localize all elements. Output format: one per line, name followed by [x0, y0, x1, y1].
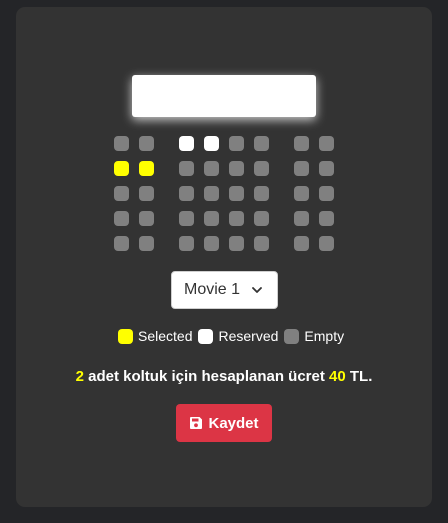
seat-empty[interactable] — [254, 186, 269, 201]
seat-empty[interactable] — [179, 236, 194, 251]
seat-legend: Selected Reserved Empty — [118, 327, 350, 345]
seat-empty[interactable] — [254, 136, 269, 151]
movie-select[interactable]: Movie 1 — [171, 271, 278, 309]
seat-empty[interactable] — [229, 136, 244, 151]
selected-seat-count: 2 — [75, 368, 84, 385]
seat-empty[interactable] — [319, 236, 334, 251]
seat-empty[interactable] — [294, 236, 309, 251]
save-button[interactable]: Kaydet — [176, 404, 272, 442]
seat-empty[interactable] — [204, 186, 219, 201]
seat-empty[interactable] — [139, 236, 154, 251]
legend-selected-swatch — [118, 328, 133, 344]
seat-empty[interactable] — [319, 161, 334, 176]
save-icon — [190, 417, 203, 429]
seat-empty[interactable] — [204, 161, 219, 176]
seat-reserved — [179, 136, 194, 151]
summary-text: adet koltuk için hesaplanan ücret — [88, 368, 325, 385]
seat-empty[interactable] — [114, 211, 129, 226]
seat-empty[interactable] — [254, 161, 269, 176]
total-price: 40 — [329, 368, 346, 385]
seat-empty[interactable] — [179, 186, 194, 201]
seat-empty[interactable] — [114, 186, 129, 201]
price-summary: 2 adet koltuk için hesaplanan ücret 40 T… — [0, 368, 448, 385]
seat-empty[interactable] — [139, 211, 154, 226]
seat-reserved — [204, 136, 219, 151]
legend-empty-label: Empty — [304, 328, 345, 344]
seat-selected[interactable] — [139, 161, 154, 176]
seat-empty[interactable] — [204, 236, 219, 251]
legend-reserved-swatch — [198, 328, 214, 344]
seat-empty[interactable] — [114, 236, 129, 251]
seat-selected[interactable] — [114, 161, 129, 176]
seat-empty[interactable] — [254, 236, 269, 251]
seat-empty[interactable] — [319, 211, 334, 226]
seat-empty[interactable] — [229, 211, 244, 226]
cinema-screen — [132, 75, 316, 117]
seat-empty[interactable] — [229, 186, 244, 201]
seat-empty[interactable] — [139, 186, 154, 201]
seat-empty[interactable] — [294, 161, 309, 176]
seat-empty[interactable] — [179, 161, 194, 176]
legend-reserved-label: Reserved — [218, 328, 279, 344]
legend-empty-swatch — [284, 328, 300, 344]
seat-empty[interactable] — [114, 136, 129, 151]
seat-empty[interactable] — [139, 136, 154, 151]
seat-empty[interactable] — [294, 136, 309, 151]
seat-empty[interactable] — [294, 186, 309, 201]
seat-empty[interactable] — [319, 136, 334, 151]
seat-empty[interactable] — [294, 211, 309, 226]
seat-empty[interactable] — [204, 211, 219, 226]
seat-empty[interactable] — [319, 186, 334, 201]
seat-empty[interactable] — [179, 211, 194, 226]
seat-empty[interactable] — [229, 161, 244, 176]
save-button-label: Kaydet — [208, 414, 259, 432]
movie-select-value: Movie 1 — [184, 281, 241, 298]
seat-empty[interactable] — [254, 211, 269, 226]
chevron-down-icon — [252, 287, 262, 293]
seat-empty[interactable] — [229, 236, 244, 251]
currency-label: TL. — [349, 368, 373, 385]
legend-selected-label: Selected — [138, 328, 193, 344]
